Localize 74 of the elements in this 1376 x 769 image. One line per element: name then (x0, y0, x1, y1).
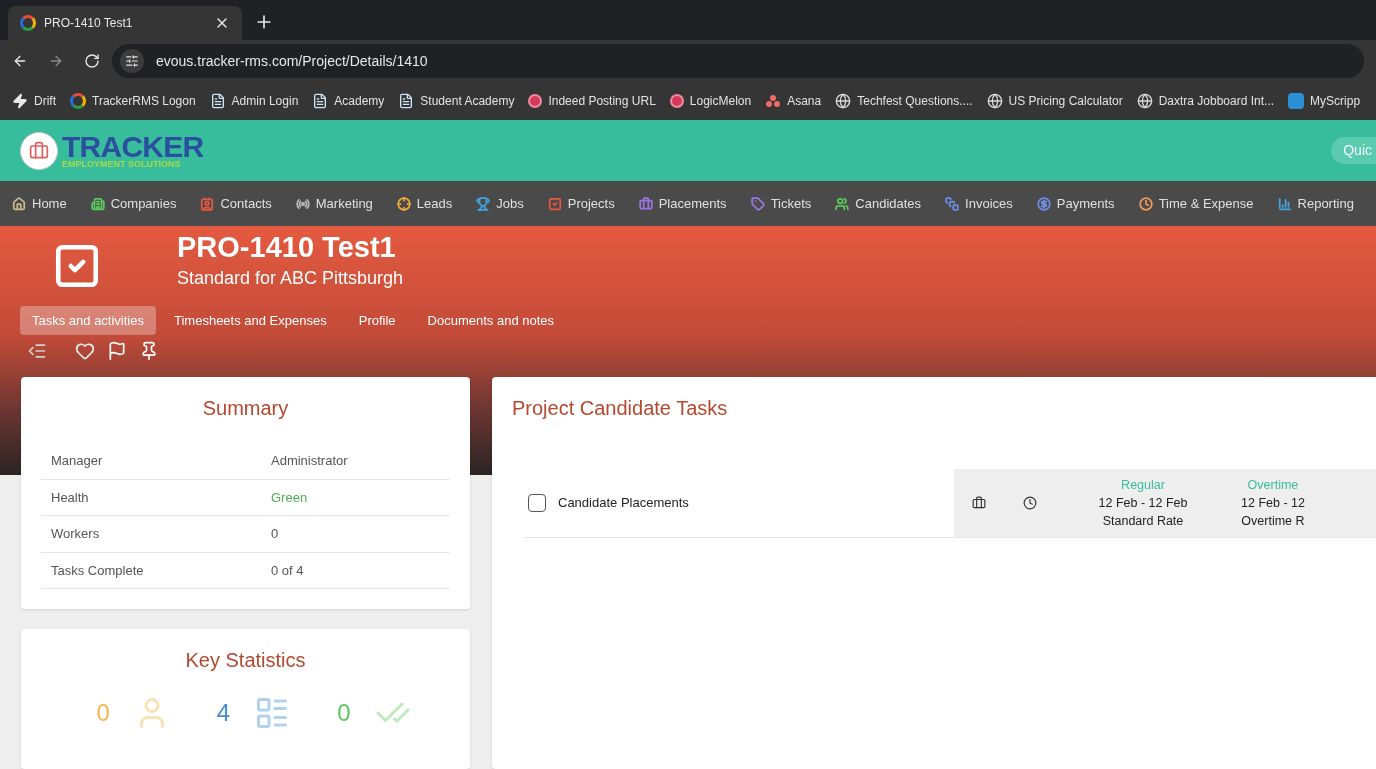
bookmark[interactable]: Student Academy (398, 92, 515, 110)
nav-item[interactable]: Contacts (200, 193, 272, 214)
page-tab[interactable]: Documents and notes (413, 306, 569, 336)
summary-label: Workers (51, 525, 101, 543)
globe-icon (986, 93, 1003, 109)
nav-item[interactable]: Invoices (945, 193, 1013, 214)
page-tab[interactable]: Timesheets and Expenses (160, 306, 341, 336)
nav-item[interactable]: Reporting (1277, 193, 1354, 214)
globe-icon (835, 93, 852, 109)
summary-value: 0 (271, 525, 279, 543)
site-settings-icon[interactable] (125, 54, 139, 68)
nav-item[interactable]: Time & Expense (1138, 193, 1254, 214)
bookmark[interactable]: LogicMelon (669, 92, 752, 110)
nav-item[interactable]: Projects (547, 193, 615, 214)
page-tab[interactable]: Profile (344, 306, 410, 336)
pin-icon[interactable] (139, 341, 159, 362)
project-title: PRO-1410 Test1 (177, 229, 397, 265)
document-icon (398, 93, 415, 109)
url-text: evous.tracker-rms.com/Project/Details/1410 (156, 51, 428, 71)
briefcase-icon (972, 496, 986, 510)
card-title: Key Statistics (184, 648, 307, 673)
summary-label: Manager (51, 452, 104, 470)
nav-item[interactable]: Tickets (750, 193, 812, 214)
bookmark[interactable]: Admin Login (209, 92, 299, 110)
rate-column-header: Overtime 12 Feb - 12 Overtime R (1241, 477, 1305, 530)
card-title: Summary (201, 396, 290, 421)
column-header: Candidate Placements (558, 494, 689, 513)
bookmark[interactable]: Techfest Questions.... (835, 92, 973, 110)
globe-icon (1136, 93, 1153, 109)
bookmark[interactable]: Academy (312, 92, 385, 110)
summary-value: Administrator (271, 452, 348, 470)
project-subtitle: Standard for ABC Pittsburgh (177, 266, 404, 290)
rate-column-header: Regular 12 Feb - 12 Feb Standard Rate (1097, 477, 1189, 530)
bookmark[interactable]: Drift (12, 92, 56, 110)
heart-icon[interactable] (75, 341, 95, 362)
bookmark[interactable]: TrackerRMS Logon (70, 92, 196, 110)
nav-item[interactable]: Placements (638, 193, 727, 214)
logo-title: TRACKER (62, 132, 204, 162)
nav-item[interactable]: Payments (1036, 193, 1115, 214)
nav-item[interactable]: Jobs (476, 193, 524, 214)
nav-item[interactable]: Candidates (835, 193, 922, 214)
bookmark[interactable]: MyScripp (1288, 92, 1361, 110)
nav-item[interactable]: Leads (396, 193, 453, 214)
address-bar[interactable]: evous.tracker-rms.com/Project/Details/1410 (112, 44, 1364, 78)
summary-value: 0 of 4 (271, 561, 304, 580)
nav-item[interactable]: Marketing (295, 193, 373, 214)
nav-item[interactable]: Companies (90, 193, 177, 214)
bookmark[interactable]: Daxtra Jobboard Int... (1136, 92, 1275, 110)
document-icon (209, 93, 226, 109)
flag-icon[interactable] (107, 341, 127, 362)
browser-tab[interactable]: PRO-1410 Test1 (8, 6, 242, 40)
summary-label: Tasks Complete (51, 561, 145, 580)
tab-title: PRO-1410 Test1 (44, 15, 134, 32)
nav-item[interactable]: Home (12, 193, 67, 214)
stat-value: 0 (96, 698, 110, 728)
clock-icon (1023, 496, 1037, 510)
bookmark[interactable]: US Pricing Calculator (986, 92, 1123, 110)
logo-subtitle: EMPLOYMENT SOLUTIONS (62, 160, 182, 169)
reload-icon[interactable] (84, 53, 100, 69)
ring-logo-icon (20, 15, 36, 31)
three-dots-icon (765, 93, 782, 109)
bookmark[interactable]: Asana (765, 92, 822, 110)
card-title: Project Candidate Tasks (512, 396, 729, 421)
summary-value: Green (271, 488, 308, 507)
forward-arrow-icon[interactable] (48, 53, 64, 69)
summary-label: Health (51, 488, 90, 507)
bolt-icon (12, 93, 28, 109)
logo-emblem-icon (20, 131, 58, 170)
ring-logo-icon (70, 93, 86, 109)
bookmark[interactable]: Indeed Posting URL (528, 92, 656, 110)
document-icon (312, 93, 329, 109)
stat-value: 0 (337, 698, 351, 728)
select-all-checkbox[interactable] (528, 494, 546, 512)
stat-value: 4 (216, 698, 231, 728)
